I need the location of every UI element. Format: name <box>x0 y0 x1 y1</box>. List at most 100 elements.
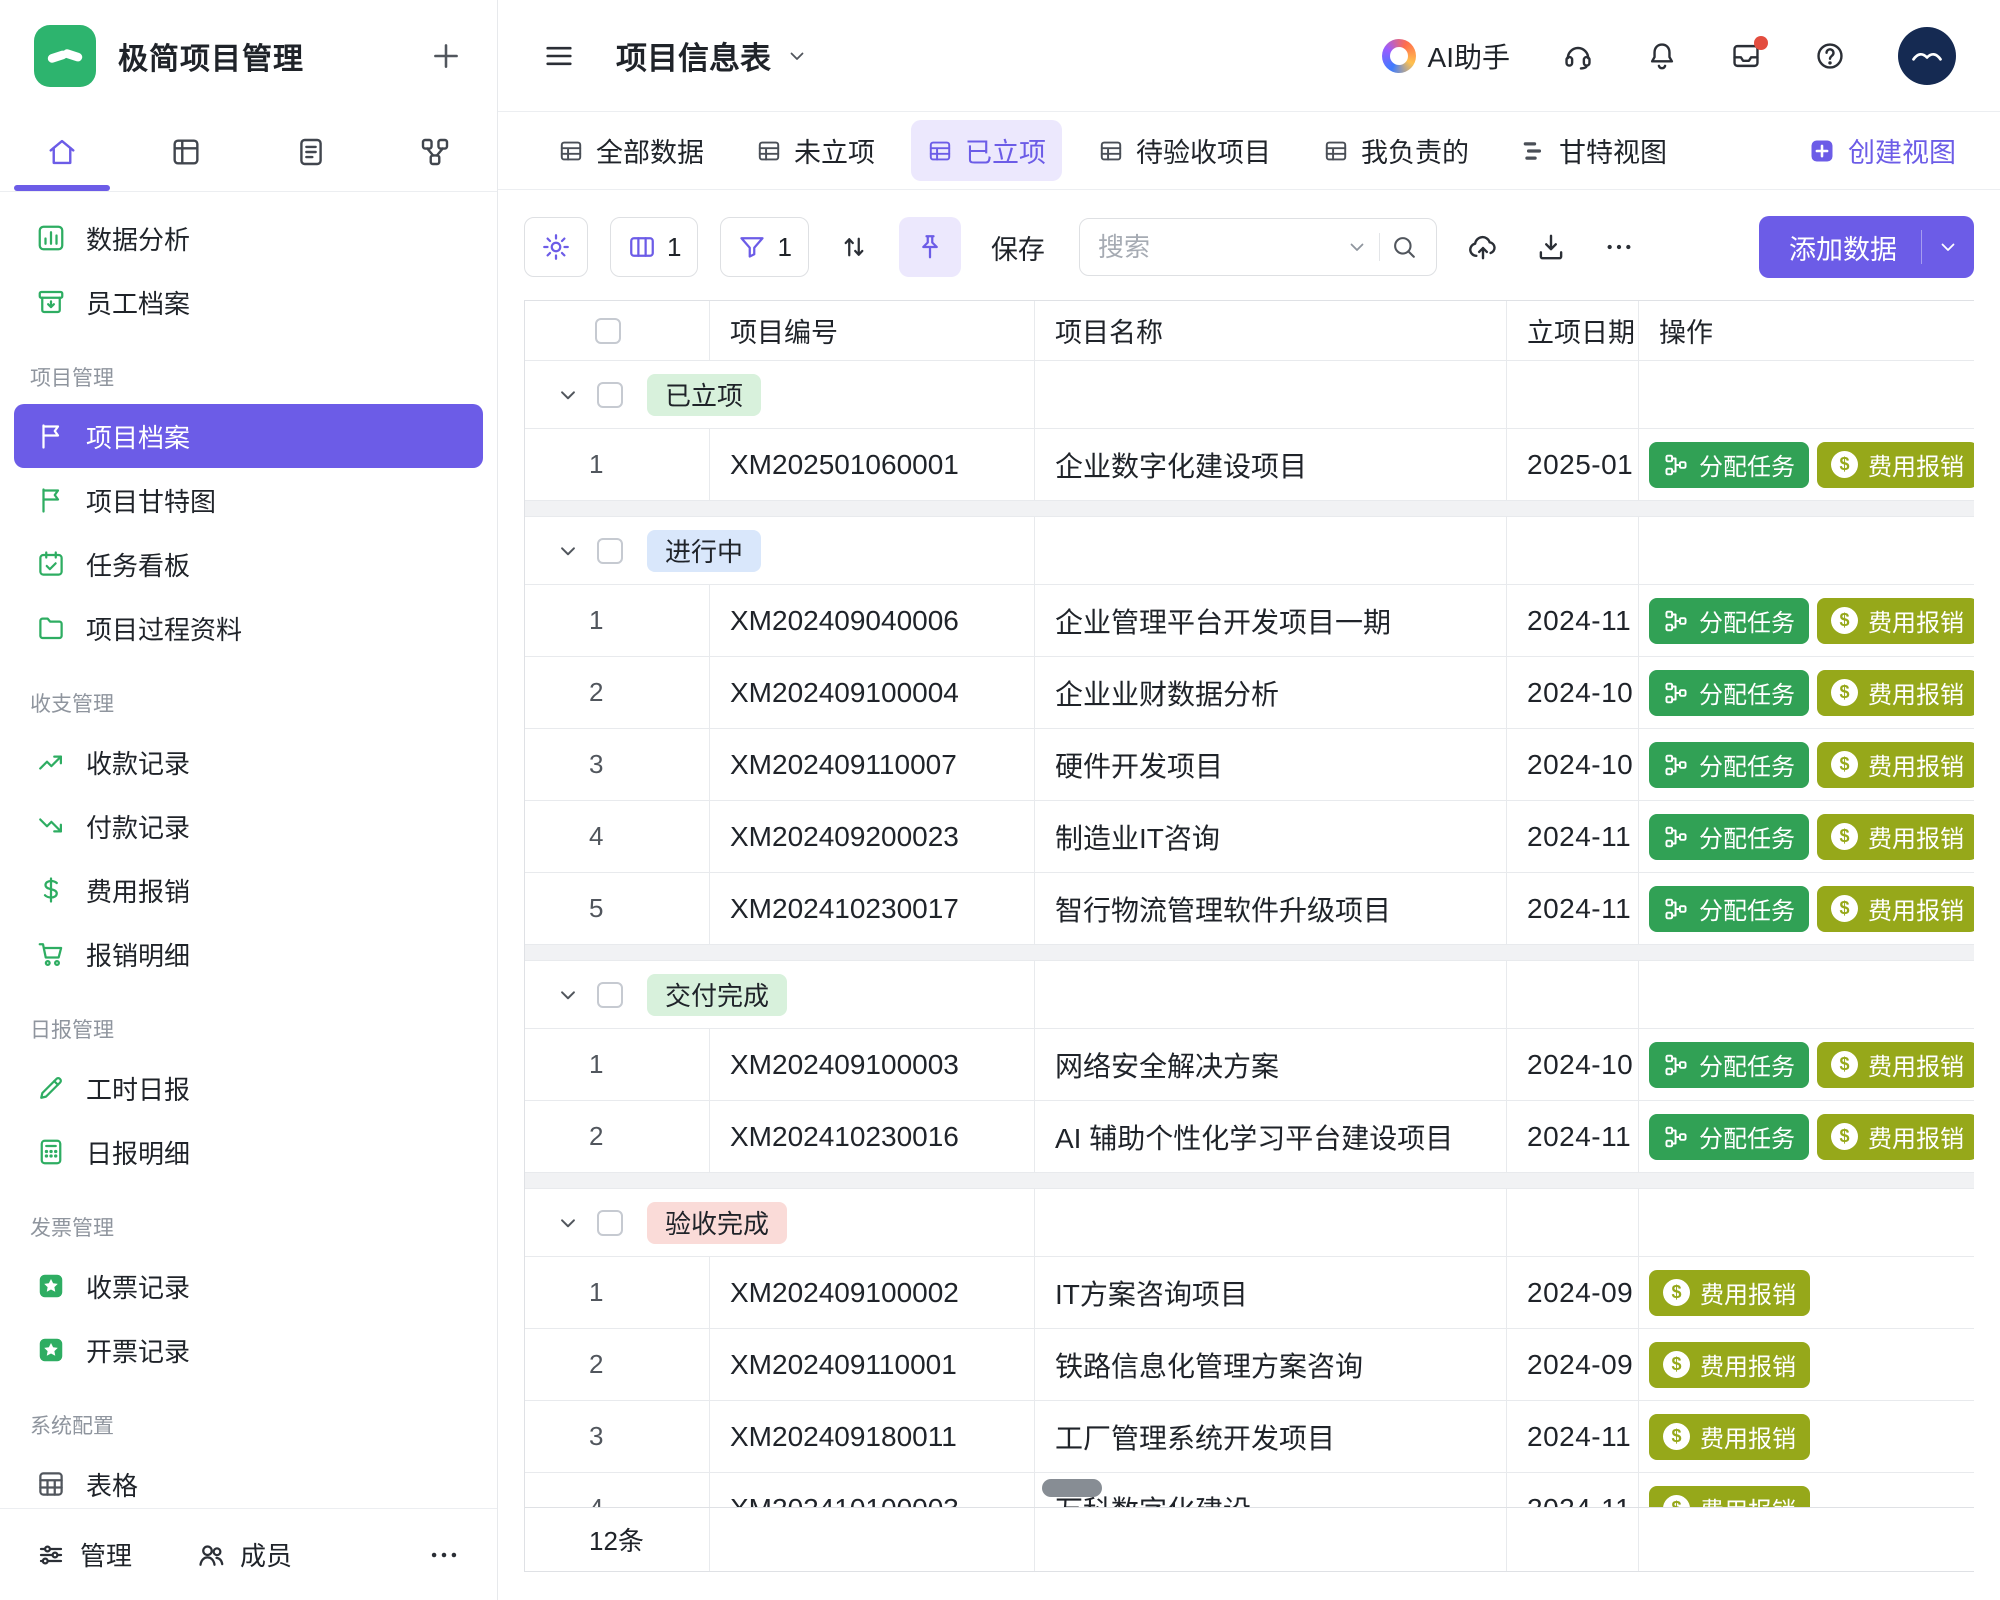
search-icon[interactable] <box>1390 233 1418 261</box>
sidebar-item[interactable]: 工时日报 <box>14 1056 483 1120</box>
assign-task-button[interactable]: 分配任务 <box>1649 1042 1809 1088</box>
select-all-checkbox[interactable] <box>595 318 621 344</box>
hamburger-menu-icon[interactable] <box>542 39 576 73</box>
sidebar-item[interactable]: 日报明细 <box>14 1120 483 1184</box>
manage-button[interactable]: 管理 <box>36 1536 132 1573</box>
table-row[interactable]: 1XM202501060001企业数字化建设项目2025-01分配任务$费用报销 <box>525 429 1974 501</box>
support-headset-icon[interactable] <box>1562 40 1594 72</box>
user-avatar[interactable] <box>1898 27 1956 85</box>
create-view-button[interactable]: 创建视图 <box>1808 131 1956 170</box>
table-row[interactable]: 2XM202410230016AI 辅助个性化学习平台建设项目2024-11分配… <box>525 1101 1974 1173</box>
more-actions-icon[interactable] <box>1603 231 1635 263</box>
column-header-date[interactable]: 立项日期 <box>1507 301 1639 360</box>
table-row[interactable]: 2XM202409110001铁路信息化管理方案咨询2024-09$费用报销 <box>525 1329 1974 1401</box>
sidebar-item[interactable]: 项目过程资料 <box>14 596 483 660</box>
sidebar-item[interactable]: 项目甘特图 <box>14 468 483 532</box>
search-input[interactable] <box>1098 232 1335 263</box>
collapse-chevron-icon[interactable] <box>555 1210 581 1236</box>
export-icon[interactable] <box>1535 231 1567 263</box>
sidebar-item[interactable]: 收票记录 <box>14 1254 483 1318</box>
sidebar-item[interactable]: 开票记录 <box>14 1318 483 1382</box>
expense-button[interactable]: $费用报销 <box>1649 1270 1810 1316</box>
expense-button[interactable]: $费用报销 <box>1649 1414 1810 1460</box>
tab-tables[interactable] <box>124 112 248 191</box>
table-row[interactable]: 5XM202410230017智行物流管理软件升级项目2024-11分配任务$费… <box>525 873 1974 945</box>
tab-workflow[interactable] <box>373 112 497 191</box>
field-config-button[interactable]: 1 <box>610 217 698 277</box>
import-icon[interactable] <box>1467 231 1499 263</box>
view-tab[interactable]: 全部数据 <box>542 120 720 181</box>
group-checkbox[interactable] <box>597 382 623 408</box>
more-icon[interactable] <box>427 1538 461 1572</box>
table-row[interactable]: 1XM202409100002IT方案咨询项目2024-09$费用报销 <box>525 1257 1974 1329</box>
save-button[interactable]: 保存 <box>983 228 1053 267</box>
expense-button[interactable]: $费用报销 <box>1817 886 1974 932</box>
horizontal-scrollbar[interactable] <box>1042 1479 1102 1497</box>
add-data-dropdown[interactable] <box>1922 216 1974 278</box>
collapse-chevron-icon[interactable] <box>555 382 581 408</box>
table-row[interactable]: 4XM202410100003万科数字化建设2024-11$费用报销 <box>525 1473 1974 1507</box>
assign-task-button[interactable]: 分配任务 <box>1649 1114 1809 1160</box>
expense-button[interactable]: $费用报销 <box>1817 742 1974 788</box>
ai-assistant-button[interactable]: AI助手 <box>1382 36 1510 76</box>
table-row[interactable]: 3XM202409110007硬件开发项目2024-10分配任务$费用报销 <box>525 729 1974 801</box>
expense-button[interactable]: $费用报销 <box>1817 670 1974 716</box>
sidebar-item[interactable]: 项目档案 <box>14 404 483 468</box>
add-workspace-icon[interactable] <box>429 39 463 73</box>
assign-task-button[interactable]: 分配任务 <box>1649 670 1809 716</box>
collapse-chevron-icon[interactable] <box>555 982 581 1008</box>
sort-button[interactable] <box>831 217 877 277</box>
members-button[interactable]: 成员 <box>196 1536 292 1573</box>
sidebar-item[interactable]: 收款记录 <box>14 730 483 794</box>
table-row[interactable]: 2XM202409100004企业业财数据分析2024-10分配任务$费用报销 <box>525 657 1974 729</box>
add-data-button[interactable]: 添加数据 <box>1759 216 1974 278</box>
table-row[interactable]: 4XM202409200023制造业IT咨询2024-11分配任务$费用报销 <box>525 801 1974 873</box>
collapse-chevron-icon[interactable] <box>555 538 581 564</box>
pin-button[interactable] <box>899 217 961 277</box>
sidebar-item[interactable]: 员工档案 <box>14 270 483 334</box>
expense-button[interactable]: $费用报销 <box>1817 814 1974 860</box>
table-row[interactable]: 3XM202409180011工厂管理系统开发项目2024-11$费用报销 <box>525 1401 1974 1473</box>
assign-task-button[interactable]: 分配任务 <box>1649 442 1809 488</box>
notifications-bell-icon[interactable] <box>1646 40 1678 72</box>
sidebar-item[interactable]: 表格 <box>14 1452 483 1508</box>
assign-task-button[interactable]: 分配任务 <box>1649 598 1809 644</box>
search-field-chevron-icon[interactable] <box>1345 235 1369 259</box>
table-row[interactable]: 1XM202409100003网络安全解决方案2024-10分配任务$费用报销 <box>525 1029 1974 1101</box>
sidebar-item[interactable]: 费用报销 <box>14 858 483 922</box>
expense-button[interactable]: $费用报销 <box>1817 598 1974 644</box>
expense-button[interactable]: $费用报销 <box>1649 1342 1810 1388</box>
row-actions-cell: 分配任务$费用报销 <box>1639 801 1974 872</box>
column-header-name[interactable]: 项目名称 <box>1035 301 1507 360</box>
expense-button[interactable]: $费用报销 <box>1817 1042 1974 1088</box>
tab-home[interactable] <box>0 112 124 191</box>
sidebar-item[interactable]: 付款记录 <box>14 794 483 858</box>
view-tab[interactable]: 甘特视图 <box>1505 120 1683 181</box>
view-tab[interactable]: 未立项 <box>740 120 891 181</box>
tab-documents[interactable] <box>249 112 373 191</box>
column-header-code[interactable]: 项目编号 <box>710 301 1035 360</box>
help-icon[interactable] <box>1814 40 1846 72</box>
inbox-button[interactable] <box>1730 40 1762 72</box>
assign-task-button[interactable]: 分配任务 <box>1649 814 1809 860</box>
view-tab[interactable]: 已立项 <box>911 120 1062 181</box>
sidebar-item[interactable]: 报销明细 <box>14 922 483 986</box>
expense-button[interactable]: $费用报销 <box>1649 1486 1810 1508</box>
expense-button[interactable]: $费用报销 <box>1817 442 1974 488</box>
view-tab[interactable]: 待验收项目 <box>1082 120 1287 181</box>
table-row[interactable]: 1XM202409040006企业管理平台开发项目一期2024-11分配任务$费… <box>525 585 1974 657</box>
group-checkbox[interactable] <box>597 982 623 1008</box>
settings-button[interactable] <box>524 217 588 277</box>
page-title-dropdown[interactable]: 项目信息表 <box>616 33 809 78</box>
assign-task-button[interactable]: 分配任务 <box>1649 886 1809 932</box>
assign-task-button[interactable]: 分配任务 <box>1649 742 1809 788</box>
sidebar-item[interactable]: 数据分析 <box>14 206 483 270</box>
group-checkbox[interactable] <box>597 538 623 564</box>
filter-button[interactable]: 1 <box>720 217 808 277</box>
expense-button[interactable]: $费用报销 <box>1817 1114 1974 1160</box>
group-checkbox[interactable] <box>597 1210 623 1236</box>
empty-cell <box>1507 1189 1639 1256</box>
sidebar-item[interactable]: 任务看板 <box>14 532 483 596</box>
view-tab[interactable]: 我负责的 <box>1307 120 1485 181</box>
dollar-circle-icon: $ <box>1663 1351 1690 1378</box>
